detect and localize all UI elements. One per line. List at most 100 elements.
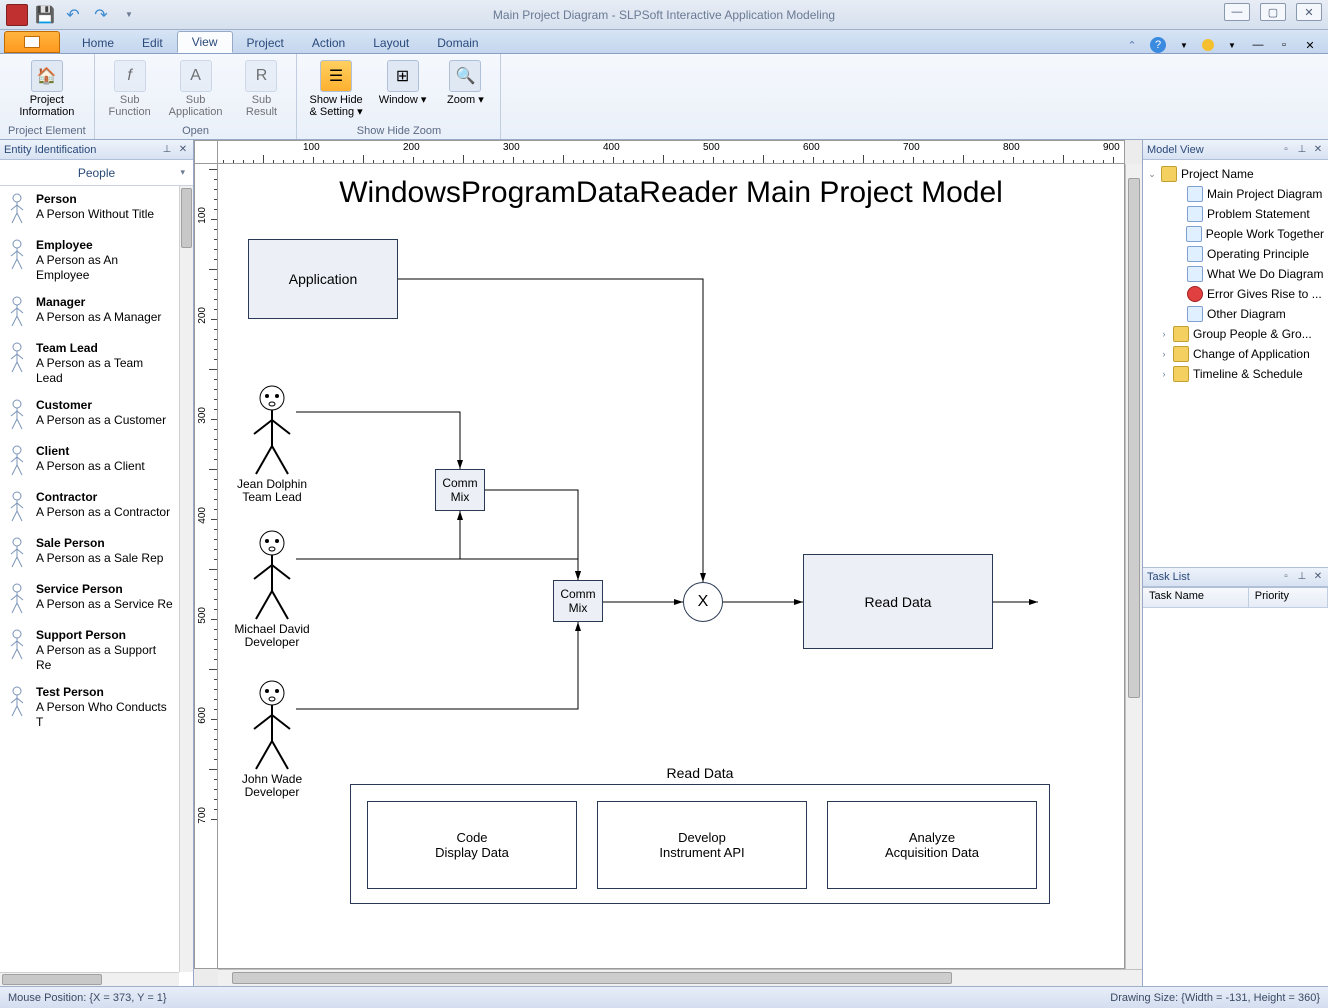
node-comm-mix-2[interactable]: Comm Mix — [553, 580, 603, 622]
tab-layout[interactable]: Layout — [359, 33, 423, 53]
entity-hscrollbar[interactable] — [0, 972, 179, 986]
tree-item[interactable]: Problem Statement — [1145, 204, 1326, 224]
minimize-button[interactable]: — — [1224, 3, 1250, 21]
save-icon[interactable]: 💾 — [34, 4, 56, 26]
model-view-tree[interactable]: ⌄Project Name Main Project DiagramProble… — [1143, 160, 1328, 567]
close-panel-icon[interactable]: ✕ — [177, 144, 189, 156]
node-develop-api[interactable]: Develop Instrument API — [597, 801, 807, 889]
tab-domain[interactable]: Domain — [423, 33, 492, 53]
tree-folder[interactable]: ›Group People & Gro... — [1145, 324, 1326, 344]
entity-item[interactable]: Test PersonA Person Who Conducts T — [0, 679, 179, 736]
entity-item[interactable]: Sale PersonA Person as a Sale Rep — [0, 530, 179, 576]
tab-home[interactable]: Home — [68, 33, 128, 53]
window-button[interactable]: ⊞ Window ▾ — [375, 58, 431, 108]
redo-icon[interactable]: ↷ — [90, 4, 112, 26]
task-col-name[interactable]: Task Name — [1143, 588, 1249, 607]
main-area: Entity Identification ⊥ ✕ People PersonA… — [0, 140, 1328, 986]
actor-jean-dolphin[interactable]: Jean Dolphin Team Lead — [248, 384, 296, 481]
diagram-title: WindowsProgramDataReader Main Project Mo… — [218, 176, 1124, 210]
tree-item[interactable]: Main Project Diagram — [1145, 184, 1326, 204]
tab-view[interactable]: View — [177, 31, 233, 53]
pin-icon[interactable]: ⊥ — [161, 144, 173, 156]
actor-michael-david[interactable]: Michael David Developer — [248, 529, 296, 626]
app-icon[interactable] — [6, 4, 28, 26]
node-comm-mix-1[interactable]: Comm Mix — [435, 469, 485, 511]
group-read-data[interactable]: Read Data Code Display Data Develop Inst… — [350, 784, 1050, 904]
tree-root[interactable]: ⌄Project Name — [1145, 164, 1326, 184]
close2-icon[interactable]: ✕ — [1302, 37, 1318, 53]
model-view-title: Model View — [1147, 144, 1204, 156]
min2-icon[interactable]: — — [1250, 37, 1266, 53]
tree-item[interactable]: Other Diagram — [1145, 304, 1326, 324]
actor-john-wade[interactable]: John Wade Developer — [248, 679, 296, 776]
node-gateway[interactable]: X — [683, 582, 723, 622]
sub-result-button[interactable]: R Sub Result — [234, 58, 288, 120]
entity-vscrollbar[interactable] — [179, 186, 193, 972]
person-icon — [6, 341, 28, 375]
task-list-title: Task List — [1147, 571, 1190, 583]
home-info-icon: 🏠 — [31, 60, 63, 92]
quick-access-toolbar: 💾 ↶ ↷ ▼ — [0, 4, 140, 26]
qat-dropdown-icon[interactable]: ▼ — [118, 4, 140, 26]
project-information-button[interactable]: 🏠 Project Information — [15, 58, 78, 120]
tree-item-icon — [1187, 246, 1203, 262]
window-icon: ⊞ — [387, 60, 419, 92]
entity-item[interactable]: Team LeadA Person as a Team Lead — [0, 335, 179, 392]
node-read-data[interactable]: Read Data — [803, 554, 993, 649]
tl-pin-icon[interactable]: ⊥ — [1296, 571, 1308, 583]
restore-icon[interactable]: ▫ — [1276, 37, 1292, 53]
tree-item[interactable]: What We Do Diagram — [1145, 264, 1326, 284]
node-application[interactable]: Application — [248, 239, 398, 319]
task-list-header: Task List ▫ ⊥ ✕ — [1143, 567, 1328, 587]
entity-item[interactable]: CustomerA Person as a Customer — [0, 392, 179, 438]
file-menu-button[interactable] — [4, 31, 60, 53]
help-icon[interactable]: ? — [1150, 37, 1166, 53]
entity-category-dropdown[interactable]: People — [0, 160, 193, 186]
status-dot-icon[interactable] — [1202, 39, 1214, 51]
mv-close-icon[interactable]: ✕ — [1312, 144, 1324, 156]
folder-icon — [1173, 366, 1189, 382]
undo-icon[interactable]: ↶ — [62, 4, 84, 26]
diagram-canvas[interactable]: WindowsProgramDataReader Main Project Mo… — [218, 164, 1125, 969]
entity-item[interactable]: ContractorA Person as a Contractor — [0, 484, 179, 530]
entity-item[interactable]: ClientA Person as a Client — [0, 438, 179, 484]
tree-item[interactable]: People Work Together — [1145, 224, 1326, 244]
canvas-vscrollbar[interactable] — [1125, 164, 1142, 969]
mv-window-icon[interactable]: ▫ — [1280, 144, 1292, 156]
tree-folder[interactable]: ›Change of Application — [1145, 344, 1326, 364]
tl-close-icon[interactable]: ✕ — [1312, 571, 1324, 583]
close-button[interactable]: ✕ — [1296, 3, 1322, 21]
canvas-area: 100200300400500600700800900 100200300400… — [194, 140, 1142, 986]
entity-item[interactable]: Support PersonA Person as a Support Re — [0, 622, 179, 679]
entity-item[interactable]: EmployeeA Person as An Employee — [0, 232, 179, 289]
canvas-hscrollbar[interactable] — [218, 969, 1142, 986]
task-col-priority[interactable]: Priority — [1249, 588, 1328, 607]
node-analyze-data[interactable]: Analyze Acquisition Data — [827, 801, 1037, 889]
tree-item-icon — [1187, 206, 1203, 222]
entity-panel-header: Entity Identification ⊥ ✕ — [0, 140, 193, 160]
zoom-button[interactable]: 🔍 Zoom ▾ — [438, 58, 492, 108]
tab-project[interactable]: Project — [233, 33, 298, 53]
entity-item[interactable]: ManagerA Person as A Manager — [0, 289, 179, 335]
ribbon-group-project-element: 🏠 Project Information Project Element — [0, 54, 95, 139]
entity-item[interactable]: PersonA Person Without Title — [0, 186, 179, 232]
node-code-display[interactable]: Code Display Data — [367, 801, 577, 889]
dropdown2-icon[interactable]: ▼ — [1224, 37, 1240, 53]
tree-folder[interactable]: ›Timeline & Schedule — [1145, 364, 1326, 384]
tree-item[interactable]: Operating Principle — [1145, 244, 1326, 264]
tab-action[interactable]: Action — [298, 33, 359, 53]
tab-edit[interactable]: Edit — [128, 33, 177, 53]
dropdown-icon[interactable]: ▼ — [1176, 37, 1192, 53]
ribbon: 🏠 Project Information Project Element f … — [0, 54, 1328, 140]
sub-function-button[interactable]: f Sub Function — [103, 58, 157, 120]
mv-pin-icon[interactable]: ⊥ — [1296, 144, 1308, 156]
maximize-button[interactable]: ▢ — [1260, 3, 1286, 21]
entity-item[interactable]: Service PersonA Person as a Service Re — [0, 576, 179, 622]
vertical-ruler: 100200300400500600700 — [194, 164, 218, 969]
expand-icon[interactable]: ⌃ — [1124, 37, 1140, 53]
show-hide-setting-button[interactable]: ☰ Show Hide & Setting ▾ — [305, 58, 366, 120]
tl-window-icon[interactable]: ▫ — [1280, 571, 1292, 583]
zoom-icon: 🔍 — [449, 60, 481, 92]
tree-item[interactable]: Error Gives Rise to ... — [1145, 284, 1326, 304]
sub-application-button[interactable]: A Sub Application — [165, 58, 227, 120]
